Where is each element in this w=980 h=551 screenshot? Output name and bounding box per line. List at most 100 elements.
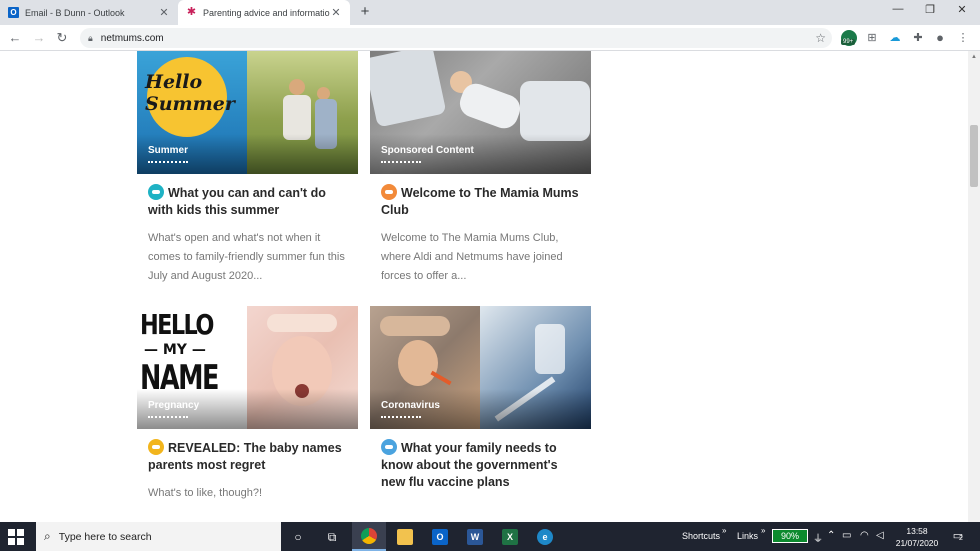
extension-badge: 99+ (841, 39, 856, 45)
shortcuts-toolbar[interactable]: Shortcuts (682, 531, 720, 541)
lock-icon: 🔒︎ (88, 32, 93, 43)
window-close-button[interactable]: ✕ (952, 3, 972, 16)
menu-kebab-icon[interactable]: ⋮ (955, 30, 971, 46)
taskbar-edge[interactable]: e (528, 522, 562, 551)
chevron-icon[interactable]: » (722, 526, 726, 535)
clock-date: 21/07/2020 (895, 538, 939, 548)
category-tag: Coronavirus (381, 400, 440, 418)
pillow-shape (520, 81, 590, 141)
task-view-icon[interactable]: ⧉ (322, 527, 342, 547)
article-title[interactable]: REVEALED: The baby names parents most re… (148, 439, 347, 474)
article-card[interactable]: HELLO — MY — NAME Pregnancy REVEALED: Th… (137, 306, 358, 503)
windows-start-icon[interactable] (8, 529, 24, 545)
article-image[interactable]: HELLO — MY — NAME Pregnancy (137, 306, 358, 429)
lettering-word: Summer (145, 93, 235, 115)
eye-badge-icon (381, 184, 397, 200)
cloud-extension-icon[interactable]: ☁ (887, 30, 903, 46)
browser-toolbar: ← → ↻ 🔒︎ netmums.com ☆ ⊞ ☁ ✚ ● ⋮ (0, 25, 980, 51)
back-button[interactable]: ← (6, 29, 24, 47)
person-head (289, 79, 305, 95)
grammar-extension-icon[interactable]: 99+ (841, 30, 857, 46)
article-excerpt: Welcome to The Mamia Mums Club, where Al… (381, 232, 563, 282)
hello-word: HELLO (140, 308, 214, 341)
folder-icon (397, 528, 413, 545)
scroll-thumb[interactable] (970, 125, 978, 187)
excel-icon: X (502, 528, 518, 545)
article-title[interactable]: What your family needs to know about the… (381, 439, 580, 491)
eye-badge-icon (381, 439, 397, 455)
taskbar-excel[interactable]: X (493, 522, 527, 551)
minimize-button[interactable]: — (888, 3, 908, 15)
article-title[interactable]: What you can and can't do with kids this… (148, 184, 347, 219)
notification-count: 2 (959, 535, 963, 542)
taskbar-file-explorer[interactable] (388, 522, 422, 551)
article-title-text[interactable]: REVEALED: The baby names parents most re… (148, 441, 342, 472)
eye-badge-icon (148, 439, 164, 455)
system-clock[interactable]: 13:58 21/07/2020 (890, 525, 944, 549)
restore-button[interactable]: ❐ (920, 3, 940, 16)
taskbar-search-box[interactable]: ⌕ Type here to search (36, 522, 281, 551)
taskbar-chrome[interactable] (352, 522, 386, 551)
tab-strip: O Email - B Dunn - Outlook ✕ ✱ Parenting… (0, 0, 980, 25)
profile-avatar-icon[interactable]: ● (932, 30, 948, 46)
taskbar-outlook[interactable]: O (423, 522, 457, 551)
reload-button[interactable]: ↻ (53, 29, 71, 47)
new-tab-button[interactable]: + (357, 4, 373, 20)
article-title[interactable]: Welcome to The Mamia Mums Club (381, 184, 580, 219)
tab-title: Email - B Dunn - Outlook (25, 7, 125, 18)
close-icon[interactable]: ✕ (330, 6, 342, 19)
article-title-text[interactable]: What you can and can't do with kids this… (148, 186, 326, 217)
article-card[interactable]: Hello Summer Summer What you can and can'… (137, 51, 358, 286)
tab-title: Parenting advice and information (203, 7, 330, 18)
article-title-text[interactable]: Welcome to The Mamia Mums Club (381, 186, 579, 217)
address-bar[interactable]: 🔒︎ netmums.com ☆ (80, 28, 832, 48)
lettering-word: Hello (145, 71, 203, 93)
search-icon: ⌕ (44, 529, 51, 543)
search-placeholder: Type here to search (58, 530, 152, 543)
windows-taskbar: ⌕ Type here to search ○ ⧉ O W X e Shortc… (0, 522, 980, 551)
my-word: — MY — (144, 342, 206, 358)
category-tag: Summer (148, 145, 188, 163)
article-image[interactable]: Coronavirus (370, 306, 591, 429)
article-card[interactable]: Sponsored Content Welcome to The Mamia M… (370, 51, 591, 286)
forward-button[interactable]: → (30, 29, 48, 47)
article-image[interactable]: Sponsored Content (370, 51, 591, 174)
category-tag: Pregnancy (148, 400, 199, 418)
article-excerpt: What's open and what's not when it comes… (148, 232, 345, 282)
word-icon: W (467, 528, 483, 545)
outlook-icon: O (8, 7, 19, 18)
article-image[interactable]: Hello Summer Summer (137, 51, 358, 174)
tab-search-icon[interactable]: ⊞ (864, 30, 880, 46)
volume-icon[interactable]: ◁ (876, 530, 884, 541)
chevron-icon[interactable]: » (761, 526, 765, 535)
battery-indicator[interactable]: 90% (772, 529, 808, 543)
thermometer (430, 370, 452, 386)
tab-outlook[interactable]: O Email - B Dunn - Outlook ✕ (0, 0, 178, 25)
vial-shape (535, 324, 565, 374)
taskbar-word[interactable]: W (458, 522, 492, 551)
article-card[interactable]: Coronavirus What your family needs to kn… (370, 306, 591, 501)
chrome-icon (361, 527, 377, 544)
pillow-shape (370, 51, 447, 128)
links-toolbar[interactable]: Links (737, 531, 758, 541)
battery-icon[interactable]: ▭ (842, 530, 851, 541)
bookmark-star-icon[interactable]: ☆ (815, 31, 826, 45)
hand-shape (267, 314, 337, 332)
power-plug-icon[interactable]: ⏚ (813, 530, 823, 545)
scroll-up-icon[interactable]: ▲ (968, 51, 980, 63)
adult-hand (380, 316, 450, 336)
close-icon[interactable]: ✕ (158, 6, 170, 19)
article-title-text[interactable]: What your family needs to know about the… (381, 441, 558, 489)
edge-icon: e (537, 528, 553, 545)
wifi-icon[interactable]: ◠ (860, 530, 869, 541)
article-excerpt: What's to like, though?! (148, 487, 262, 499)
tab-netmums[interactable]: ✱ Parenting advice and information ✕ (178, 0, 350, 25)
page-content: Hello Summer Summer What you can and can'… (0, 51, 968, 522)
page-scrollbar[interactable]: ▲ (968, 51, 980, 522)
child-face (398, 340, 438, 386)
notifications-icon[interactable]: ▭ 2 (950, 529, 966, 544)
eye-badge-icon (148, 184, 164, 200)
show-hidden-icons-icon[interactable]: ⌃ (827, 530, 835, 541)
cortana-icon[interactable]: ○ (288, 527, 308, 547)
extensions-puzzle-icon[interactable]: ✚ (910, 30, 926, 46)
